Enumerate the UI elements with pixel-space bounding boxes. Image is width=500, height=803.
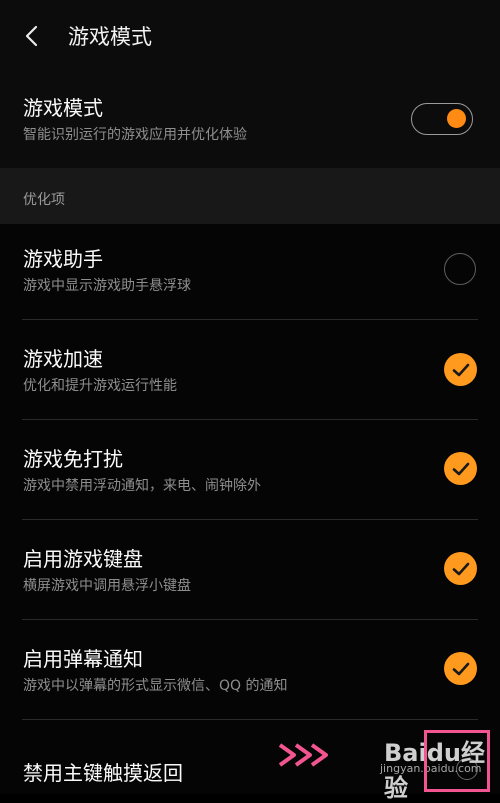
check-icon — [452, 662, 469, 675]
item-subtitle: 游戏中禁用浮动通知，来电、闹钟除外 — [23, 478, 261, 494]
item-title: 禁用主键触摸返回 — [23, 761, 183, 785]
back-arrow-icon — [25, 25, 38, 47]
section-header: 优化项 — [0, 168, 500, 224]
divider — [22, 419, 478, 420]
divider — [22, 319, 478, 320]
game-acceleration-checkbox[interactable] — [444, 353, 477, 386]
game-keyboard-checkbox[interactable] — [444, 552, 477, 585]
do-not-disturb-checkbox[interactable] — [444, 452, 477, 485]
section-label: 优化项 — [23, 192, 65, 208]
game-mode-toggle[interactable] — [411, 103, 473, 135]
highlight-box — [424, 730, 490, 792]
check-icon — [452, 462, 469, 475]
game-assistant-checkbox[interactable] — [444, 253, 476, 285]
toggle-knob — [447, 109, 466, 128]
item-subtitle: 游戏中以弹幕的形式显示微信、QQ 的通知 — [23, 678, 288, 694]
game-mode-title: 游戏模式 — [23, 96, 103, 120]
game-mode-subtitle: 智能识别运行的游戏应用并优化体验 — [23, 127, 247, 143]
item-title: 启用弹幕通知 — [23, 647, 143, 671]
app-header: 游戏模式 — [0, 0, 500, 72]
divider — [22, 519, 478, 520]
item-subtitle: 游戏中显示游戏助手悬浮球 — [23, 278, 191, 294]
check-icon — [452, 562, 469, 575]
options-list — [0, 224, 500, 794]
item-title: 游戏加速 — [23, 347, 103, 371]
item-title: 游戏助手 — [23, 247, 103, 271]
check-icon — [452, 363, 469, 376]
chevron-arrows-icon — [278, 743, 328, 767]
divider — [22, 719, 478, 720]
back-button[interactable] — [12, 16, 52, 56]
item-subtitle: 优化和提升游戏运行性能 — [23, 378, 177, 394]
divider — [22, 619, 478, 620]
item-subtitle: 横屏游戏中调用悬浮小键盘 — [23, 578, 191, 594]
item-title: 游戏免打扰 — [23, 447, 123, 471]
barrage-notification-checkbox[interactable] — [444, 652, 477, 685]
page-title: 游戏模式 — [68, 25, 152, 49]
item-title: 启用游戏键盘 — [23, 547, 143, 571]
